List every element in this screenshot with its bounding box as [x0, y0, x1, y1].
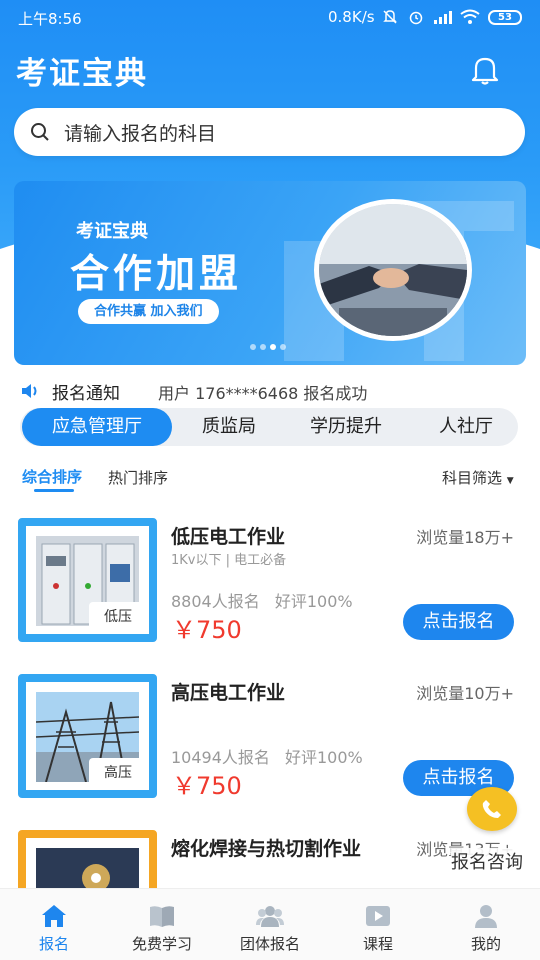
course-price: ￥750 — [172, 772, 242, 800]
course-thumbnail — [18, 830, 157, 888]
network-speed: 0.8K/s — [328, 8, 375, 26]
tab-label: 报名 — [38, 935, 69, 953]
enrollment-notice: 报名通知 用户 176****6468 报名成功 — [20, 379, 520, 405]
consult-label[interactable]: 报名咨询 — [451, 848, 523, 874]
course-card[interactable]: 熔化焊接与热切割作业 浏览量13万+ — [18, 830, 524, 888]
course-title: 低压电工作业 — [171, 526, 286, 548]
course-tag: 低压 — [89, 602, 147, 632]
status-time: 上午8:56 — [18, 10, 82, 28]
tab-group-enroll[interactable]: 团体报名 — [216, 889, 324, 960]
notice-message: 用户 176****6468 报名成功 — [158, 384, 368, 403]
phone-icon — [482, 800, 501, 818]
tab-label: 免费学习 — [131, 935, 192, 953]
bell-icon[interactable] — [470, 54, 500, 86]
course-views: 浏览量18万+ — [416, 528, 514, 547]
speaker-icon — [22, 384, 37, 398]
course-rating: 好评100% — [285, 748, 363, 767]
banner-dot[interactable] — [280, 344, 286, 350]
app-title: 考证宝典 — [16, 56, 148, 92]
banner-headline: 合作加盟 — [70, 252, 243, 297]
tab-profile[interactable]: 我的 — [432, 889, 540, 960]
course-stats: 10494人报名 好评100% — [171, 744, 363, 768]
promo-banner[interactable]: 考证宝典 合作加盟 合作共赢 加入我们 — [14, 181, 526, 365]
tab-emergency-management[interactable]: 应急管理厅 — [22, 408, 172, 446]
course-stats: 8804人报名 好评100% — [171, 588, 353, 612]
course-title: 熔化焊接与热切割作业 — [171, 838, 362, 860]
course-tag: 高压 — [89, 758, 147, 788]
status-bar: 上午8:56 0.8K/s 53 — [0, 0, 540, 34]
signal-icon — [434, 11, 452, 24]
tab-free-study[interactable]: 免费学习 — [108, 889, 216, 960]
search-bar[interactable]: 请输入报名的科目 — [14, 108, 525, 156]
course-title: 高压电工作业 — [171, 682, 286, 704]
sort-popular[interactable]: 热门排序 — [108, 467, 168, 488]
banner-tagline: 合作共赢 加入我们 — [78, 299, 219, 324]
tab-label: 我的 — [470, 935, 501, 953]
banner-subtitle: 考证宝典 — [76, 221, 148, 242]
bottom-tab-bar: 报名 免费学习 团体报名 课程 我的 — [0, 888, 540, 960]
notice-label: 报名通知 — [52, 384, 120, 404]
subject-filter-label: 科目筛选 — [442, 469, 503, 487]
course-enrolled: 10494人报名 — [171, 748, 270, 767]
sort-comprehensive[interactable]: 综合排序 — [22, 466, 82, 492]
play-icon — [366, 906, 390, 926]
alarm-icon — [409, 11, 423, 25]
mute-icon — [383, 10, 397, 24]
search-icon — [31, 123, 49, 141]
banner-dot[interactable] — [250, 344, 256, 350]
handshake-photo — [314, 199, 472, 341]
enroll-button[interactable]: 点击报名 — [403, 604, 514, 640]
category-tabs: 应急管理厅 质监局 学历提升 人社厅 — [20, 408, 518, 446]
course-enrolled: 8804人报名 — [171, 592, 260, 611]
banner-dot[interactable] — [260, 344, 266, 350]
book-icon — [150, 906, 174, 927]
group-icon — [256, 906, 284, 927]
user-icon — [475, 905, 497, 928]
battery-icon: 53 — [488, 10, 522, 25]
search-placeholder[interactable]: 请输入报名的科目 — [64, 119, 216, 146]
tab-enroll[interactable]: 报名 — [0, 889, 108, 960]
tab-label: 课程 — [362, 935, 393, 953]
home-icon — [42, 905, 66, 927]
course-card[interactable]: 高压 高压电工作业 浏览量10万+ 10494人报名 好评100% ￥750 点… — [18, 674, 524, 800]
course-card[interactable]: 低压 低压电工作业 浏览量18万+ 1Kv以下 | 电工必备 8804人报名 好… — [18, 518, 524, 644]
subject-filter[interactable]: 科目筛选 ▼ — [442, 467, 514, 488]
course-thumbnail: 低压 — [18, 518, 157, 642]
sort-bar: 综合排序 热门排序 科目筛选 ▼ — [22, 466, 522, 492]
course-thumbnail: 高压 — [18, 674, 157, 798]
course-subtitle: 1Kv以下 | 电工必备 — [171, 553, 287, 568]
wifi-icon — [460, 9, 480, 24]
banner-dot-active[interactable] — [270, 344, 276, 350]
caret-down-icon: ▼ — [506, 476, 514, 486]
tab-label: 团体报名 — [239, 935, 300, 953]
course-rating: 好评100% — [274, 592, 353, 611]
consult-button[interactable] — [467, 787, 517, 831]
course-price: ￥750 — [172, 616, 242, 644]
tab-education[interactable]: 学历提升 — [292, 408, 400, 446]
tab-quality-supervision[interactable]: 质监局 — [180, 408, 278, 446]
banner-pagination — [250, 344, 286, 350]
welding-image — [36, 848, 139, 888]
course-views: 浏览量10万+ — [416, 684, 514, 703]
tab-courses[interactable]: 课程 — [324, 889, 432, 960]
tab-human-resources[interactable]: 人社厅 — [416, 408, 516, 446]
